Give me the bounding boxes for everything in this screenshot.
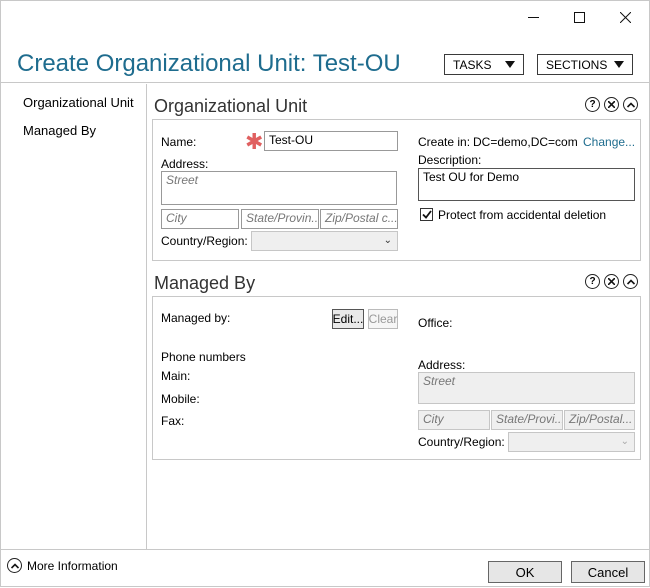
- fax-label: Fax:: [161, 414, 185, 428]
- create-in-value: DC=demo,DC=com: [473, 135, 578, 149]
- main-content: Organizational Unit ? Name: ✱ Test-OU Ad…: [148, 84, 650, 549]
- zip-field[interactable]: Zip/Postal c...: [320, 209, 398, 229]
- sections-button[interactable]: SECTIONS: [537, 54, 633, 75]
- office-label: Office:: [418, 316, 453, 330]
- edit-button[interactable]: Edit...: [332, 309, 364, 329]
- manager-zip-field: Zip/Postal...: [564, 410, 635, 430]
- description-label: Description:: [418, 153, 482, 167]
- zip-placeholder: Zip/Postal c...: [325, 211, 398, 225]
- more-information-toggle[interactable]: More Information: [7, 558, 118, 573]
- dialog-header: Create Organizational Unit: Test-OU TASK…: [1, 33, 649, 83]
- protect-label: Protect from accidental deletion: [438, 208, 607, 222]
- dialog-window: Create Organizational Unit: Test-OU TASK…: [0, 0, 650, 587]
- protect-checkbox[interactable]: [420, 208, 433, 221]
- manager-street-placeholder: Street: [423, 374, 456, 388]
- state-placeholder: State/Provin...: [246, 211, 319, 225]
- maximize-button[interactable]: [556, 1, 602, 33]
- ou-section-controls: ?: [585, 97, 638, 112]
- state-field[interactable]: State/Provin...: [241, 209, 319, 229]
- description-field[interactable]: Test OU for Demo: [418, 168, 635, 201]
- manager-street-field: Street: [418, 372, 635, 404]
- change-link[interactable]: Change...: [583, 135, 635, 149]
- manager-city-placeholder: City: [423, 412, 444, 426]
- street-field[interactable]: Street: [161, 171, 397, 205]
- dialog-footer: More Information OK Cancel: [1, 549, 649, 588]
- cancel-button[interactable]: Cancel: [571, 561, 645, 583]
- manager-zip-placeholder: Zip/Postal...: [569, 412, 633, 426]
- address-label: Address:: [418, 358, 466, 372]
- chevron-down-icon: ⌄: [620, 436, 629, 447]
- managed-by-label: Managed by:: [161, 311, 231, 325]
- close-icon: [619, 11, 631, 23]
- collapse-icon[interactable]: [623, 97, 638, 112]
- minimize-button[interactable]: [510, 1, 556, 33]
- address-label: Address:: [161, 157, 209, 171]
- manager-country-select: ⌄: [508, 432, 635, 452]
- tasks-button[interactable]: TASKS: [444, 54, 524, 75]
- close-button[interactable]: [602, 1, 648, 33]
- help-icon[interactable]: ?: [585, 97, 600, 112]
- country-label: Country/Region:: [161, 234, 248, 248]
- managed-section-title: Managed By: [154, 273, 256, 293]
- ok-button[interactable]: OK: [488, 561, 562, 583]
- city-placeholder: City: [166, 211, 187, 225]
- nav-item-managed-by[interactable]: Managed By: [23, 123, 96, 138]
- collapse-icon[interactable]: [623, 274, 638, 289]
- maximize-icon: [573, 11, 585, 23]
- chevron-down-icon: ⌄: [383, 235, 392, 246]
- managed-section-controls: ?: [585, 274, 638, 289]
- chevron-up-icon: [7, 558, 22, 573]
- more-information-label: More Information: [27, 558, 118, 573]
- chevron-down-icon: [614, 61, 624, 68]
- main-phone-label: Main:: [161, 369, 191, 383]
- sections-label: SECTIONS: [546, 57, 608, 72]
- ou-section-panel: Name: ✱ Test-OU Address: Street City Sta…: [152, 119, 641, 261]
- nav-item-organizational-unit[interactable]: Organizational Unit: [23, 95, 134, 110]
- mobile-phone-label: Mobile:: [161, 392, 200, 406]
- close-section-icon[interactable]: [604, 97, 619, 112]
- required-asterisk-icon: ✱: [245, 129, 264, 154]
- manager-state-field: State/Provi...: [491, 410, 563, 430]
- checkmark-icon: [421, 210, 432, 219]
- manager-city-field: City: [418, 410, 490, 430]
- ou-section-title: Organizational Unit: [154, 96, 308, 116]
- close-section-icon[interactable]: [604, 274, 619, 289]
- city-field[interactable]: City: [161, 209, 239, 229]
- minimize-icon: [527, 12, 539, 23]
- managed-section-panel: Managed by: Edit... Clear Phone numbers …: [152, 296, 641, 460]
- name-field[interactable]: Test-OU: [264, 131, 398, 151]
- chevron-down-icon: [505, 61, 515, 68]
- help-icon[interactable]: ?: [585, 274, 600, 289]
- manager-state-placeholder: State/Provi...: [496, 412, 563, 426]
- country-select[interactable]: ⌄: [251, 231, 398, 251]
- name-label: Name:: [161, 135, 197, 149]
- page-title: Create Organizational Unit: Test-OU: [17, 50, 401, 77]
- manager-country-label: Country/Region:: [418, 435, 505, 449]
- street-placeholder: Street: [166, 173, 199, 187]
- title-bar: [1, 1, 649, 33]
- create-in-label: Create in:: [418, 135, 471, 149]
- clear-button[interactable]: Clear: [368, 309, 398, 329]
- phone-numbers-label: Phone numbers: [161, 350, 246, 364]
- tasks-label: TASKS: [453, 57, 492, 72]
- section-nav: Organizational Unit Managed By: [1, 84, 147, 549]
